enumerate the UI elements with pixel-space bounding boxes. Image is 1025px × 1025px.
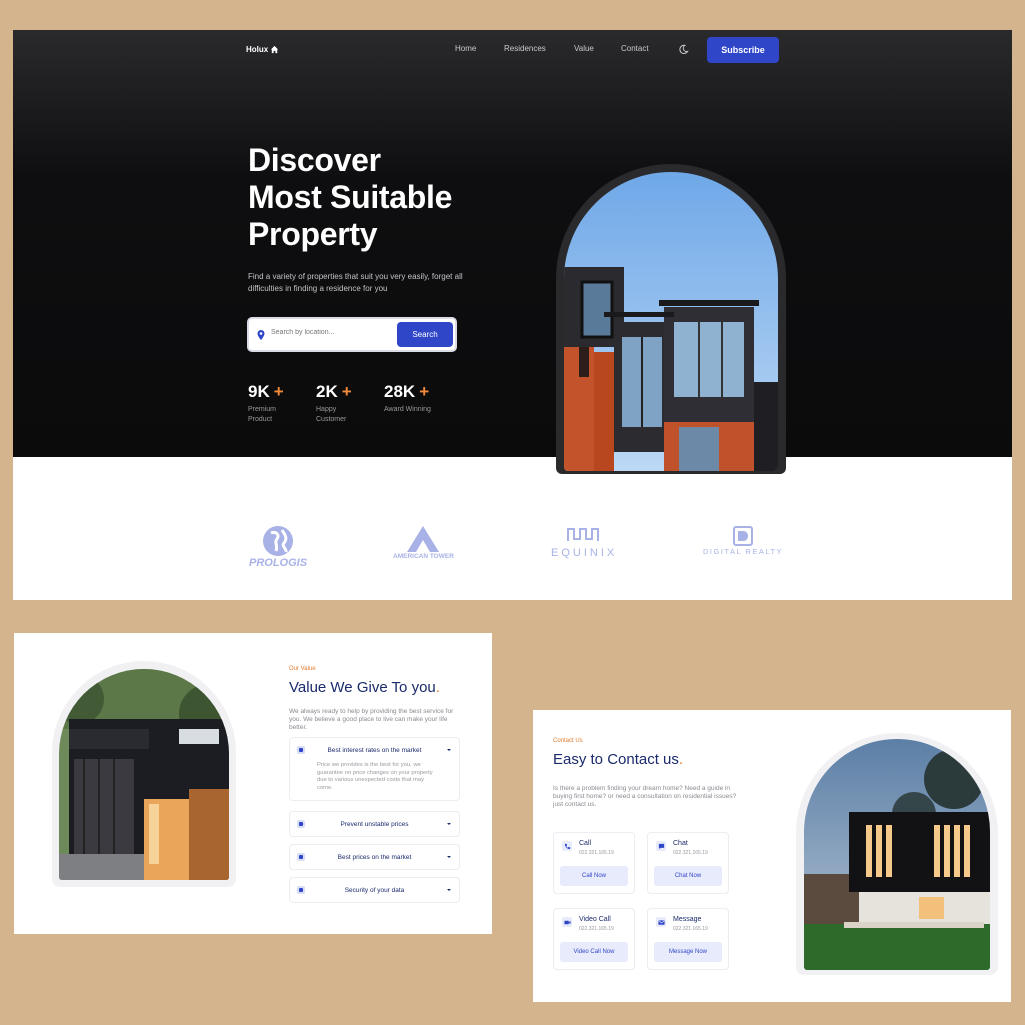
contact-number: 022.321.165.19 [673, 926, 708, 932]
close-icon [297, 820, 305, 828]
globe-icon [263, 526, 294, 556]
contact-message: Message 022.321.165.19 Message Now [647, 908, 729, 970]
house-icon [271, 45, 279, 54]
brand-equinix: EQUINIX [551, 525, 617, 559]
location-pin-icon [257, 330, 265, 340]
contact-description: Is there a problem finding your dream ho… [553, 785, 737, 808]
contact-call: Call 022.321.165.19 Call Now [553, 832, 635, 894]
brand-name: AMERICAN TOWER [393, 553, 454, 560]
accordion-header[interactable]: Prevent unstable prices [290, 812, 459, 836]
stat-plus: + [419, 382, 430, 401]
tower-logo-icon [407, 526, 440, 552]
accordion-body: Price we provides is the best for you, w… [317, 762, 433, 791]
digital-realty-logo-icon [733, 526, 754, 546]
equinix-logo-icon [567, 528, 600, 541]
moon-icon[interactable] [678, 44, 689, 55]
top-nav: Holux Home Residences Value Contact Subs… [13, 30, 1012, 70]
brand-american-tower: AMERICAN TOWER [393, 525, 454, 560]
brand-name: PROLOGIS [249, 557, 308, 569]
hero-title-line: Property [248, 216, 378, 252]
price-icon [297, 853, 305, 861]
hero-title-line: Most Suitable [248, 179, 453, 215]
check-icon [297, 886, 305, 894]
accordion-header[interactable]: Best prices on the market [290, 845, 459, 869]
accordion-item-expanded[interactable]: Best interest rates on the market Price … [289, 737, 460, 801]
value-eyebrow: Our Value [289, 666, 316, 672]
contact-method-title: Message [673, 916, 702, 923]
search-input[interactable] [271, 329, 391, 336]
nav-contact[interactable]: Contact [621, 44, 649, 53]
chevron-down-icon [447, 889, 451, 891]
subscribe-button[interactable]: Subscribe [707, 37, 779, 63]
call-now-button[interactable]: Call Now [560, 866, 628, 886]
search-bar: Search [247, 317, 457, 352]
accordion-item[interactable]: Prevent unstable prices [289, 811, 460, 837]
brand-name: EQUINIX [551, 547, 618, 559]
chat-icon [656, 841, 666, 851]
stat-label: Award Winning [384, 406, 431, 413]
stat-customer: 2K + Happy Customer [316, 382, 366, 425]
nav-value[interactable]: Value [574, 44, 594, 53]
contact-chat: Chat 022.321.165.19 Chat Now [647, 832, 729, 894]
brand-prologis: PROLOGIS [249, 525, 307, 569]
search-button[interactable]: Search [397, 322, 453, 347]
logo[interactable]: Holux [246, 45, 279, 54]
hero-title-line: Discover [248, 142, 381, 178]
stat-premium: 9K + Premium Product [248, 382, 298, 425]
hero-building-image [564, 172, 778, 471]
accordion-title: Best interest rates on the market [327, 746, 422, 754]
contact-video-call: Video Call 022.321.165.19 Video Call Now [553, 908, 635, 970]
accordion-header[interactable]: Best interest rates on the market [290, 738, 459, 762]
video-icon [562, 917, 572, 927]
contact-eyebrow: Contact Us [553, 738, 583, 744]
chat-now-button[interactable]: Chat Now [654, 866, 722, 886]
stat-value: 2K [316, 382, 338, 401]
message-icon [656, 917, 666, 927]
accordion-header[interactable]: Security of your data [290, 878, 459, 902]
nav-home[interactable]: Home [455, 44, 476, 53]
nav-residences[interactable]: Residences [504, 44, 546, 53]
contact-method-title: Call [579, 840, 592, 847]
hero-title: Discover Most Suitable Property [248, 142, 548, 253]
hero-description: Find a variety of properties that suit y… [248, 272, 463, 293]
contact-house-image [804, 739, 990, 970]
shield-icon [297, 746, 305, 754]
value-title-text: Value We Give To you [289, 679, 436, 696]
contact-number: 022.321.165.19 [673, 850, 708, 856]
accordion-title: Prevent unstable prices [340, 820, 409, 828]
value-title: Value We Give To you. [289, 679, 440, 696]
message-now-button[interactable]: Message Now [654, 942, 722, 962]
contact-number: 022.321.165.19 [579, 926, 614, 932]
accordion-item[interactable]: Best prices on the market [289, 844, 460, 870]
stat-plus: + [341, 382, 352, 401]
accordion-title: Security of your data [344, 886, 405, 894]
contact-title: Easy to Contact us. [553, 751, 684, 768]
hero-section: Holux Home Residences Value Contact Subs… [13, 30, 1012, 600]
contact-title-text: Easy to Contact us [553, 751, 679, 768]
chevron-down-icon [447, 823, 451, 825]
stat-label: Premium Product [248, 406, 277, 423]
stat-label: Happy Customer [316, 406, 347, 423]
phone-icon [562, 841, 572, 851]
chevron-down-icon [447, 856, 451, 858]
stat-award: 28K + Award Winning [384, 382, 434, 415]
video-call-now-button[interactable]: Video Call Now [560, 942, 628, 962]
brand-digital-realty: DIGITAL REALTY [703, 525, 783, 556]
stat-value: 28K [384, 382, 416, 401]
brand-name: DIGITAL REALTY [703, 547, 784, 556]
value-description: We always ready to help by providing the… [289, 708, 454, 731]
stat-value: 9K [248, 382, 270, 401]
value-section: Our Value Value We Give To you. We alway… [14, 633, 492, 934]
accordion-title: Best prices on the market [337, 853, 412, 861]
stat-plus: + [273, 382, 284, 401]
contact-method-title: Chat [673, 840, 688, 847]
chevron-down-icon [447, 749, 451, 751]
contact-method-title: Video Call [579, 916, 611, 923]
contact-section: Contact Us Easy to Contact us. Is there … [533, 710, 1011, 1002]
value-house-image [59, 669, 229, 880]
contact-number: 022.321.165.19 [579, 850, 614, 856]
hero-background: Holux Home Residences Value Contact Subs… [13, 30, 1012, 457]
accordion-item[interactable]: Security of your data [289, 877, 460, 903]
logo-text: Holux [246, 45, 269, 54]
